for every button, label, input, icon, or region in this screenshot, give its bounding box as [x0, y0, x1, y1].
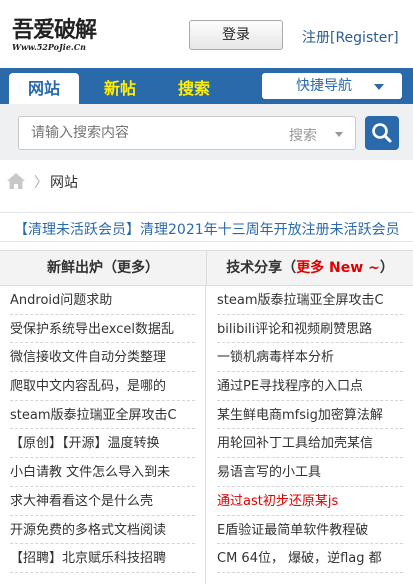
list-item[interactable]: 易语言写的小工具 — [217, 458, 403, 487]
tech-share-more-link[interactable]: 更多 New ~ — [296, 260, 380, 276]
breadcrumb: 〉 网站 — [0, 160, 413, 202]
search-bar: 搜索 — [0, 104, 413, 160]
home-icon[interactable] — [6, 172, 26, 190]
tech-share-list: steam版泰拉瑞亚全屏攻击C bilibili评论和视频刷赞思路 一锁机病毒样… — [207, 286, 413, 584]
list-item[interactable]: CM 64位， 爆破，逆flag 都 — [217, 544, 403, 573]
main-nav: 网站 新帖 搜索 快捷导航 — [0, 68, 413, 104]
logo-text: 吾爱破解 — [12, 17, 97, 43]
search-button[interactable] — [365, 116, 399, 150]
list-item[interactable]: 求大神看看这个是什么壳 — [10, 487, 195, 516]
tab-search[interactable]: 搜索 — [166, 73, 222, 104]
chevron-down-icon — [374, 84, 384, 90]
tech-share-header[interactable]: 技术分享（更多 New ~） — [207, 250, 413, 286]
search-input[interactable] — [31, 125, 271, 141]
list-item[interactable]: 用轮回补丁工具给加壳某信 — [217, 429, 403, 459]
search-type-label: 搜索 — [289, 128, 317, 144]
breadcrumb-current[interactable]: 网站 — [50, 172, 78, 192]
list-item[interactable]: 受保护系统导出excel数据乱 — [10, 315, 195, 344]
search-box: 搜索 — [18, 116, 356, 150]
list-item[interactable]: 微信接收文件自动分类整理 — [10, 343, 195, 373]
list-item[interactable]: bilibili评论和视频刷赞思路 — [217, 315, 403, 344]
breadcrumb-separator: 〉 — [34, 175, 48, 191]
list-item[interactable]: 通过PE寻找程序的入口点 — [217, 372, 403, 401]
announcement-bar: 【清理未活跃会员】清理2021年十三周年开放注册未活跃会员 — [0, 212, 413, 242]
tech-share-title-prefix: 技术分享（ — [226, 260, 297, 276]
register-link[interactable]: 注册[Register] — [302, 27, 399, 47]
login-button[interactable]: 登录 — [189, 20, 283, 50]
list-item[interactable]: 【招聘】北京赋乐科技招聘 — [10, 544, 195, 573]
fresh-posts-list: Android问题求助 受保护系统导出excel数据乱 微信接收文件自动分类整理… — [0, 286, 206, 584]
site-header: 吾爱破解 Www.52PoJie.Cn 登录 注册[Register] — [0, 0, 413, 68]
tab-new-posts[interactable]: 新帖 — [92, 73, 148, 104]
tech-share-title-suffix: ） — [379, 260, 394, 276]
quick-nav-dropdown[interactable]: 快捷导航 — [262, 73, 402, 99]
list-item[interactable]: 一锁机病毒样本分析 — [217, 343, 403, 373]
list-item[interactable]: Android问题求助 — [10, 286, 195, 315]
list-item[interactable]: steam版泰拉瑞亚全屏攻击C — [10, 401, 195, 430]
list-item[interactable]: 通过ast初步还原某js — [217, 487, 403, 516]
announcement-link[interactable]: 【清理未活跃会员】清理2021年十三周年开放注册未活跃会员 — [14, 219, 400, 239]
quick-nav-label: 快捷导航 — [296, 78, 352, 94]
list-item[interactable]: 小白请教 文件怎么导入到未 — [10, 458, 195, 487]
logo-url: Www.52PoJie.Cn — [12, 42, 86, 52]
site-logo[interactable]: 吾爱破解 Www.52PoJie.Cn — [8, 10, 100, 56]
list-item[interactable]: 【原创】【开源】温度转换 — [10, 429, 195, 459]
list-item[interactable]: 某生鲜电商mfsig加密算法解 — [217, 401, 403, 430]
list-item[interactable]: 开源免费的多格式文档阅读 — [10, 516, 195, 545]
list-item[interactable]: E盾验证最简单软件教程破 — [217, 516, 403, 545]
chevron-down-icon — [335, 132, 343, 137]
list-item[interactable]: 爬取中文内容乱码，是哪的 — [10, 372, 195, 401]
search-type-select[interactable]: 搜索 — [289, 125, 343, 145]
fresh-posts-header[interactable]: 新鲜出炉（更多） — [0, 250, 207, 286]
list-item[interactable]: steam版泰拉瑞亚全屏攻击C — [217, 286, 403, 315]
tab-site[interactable]: 网站 — [9, 73, 79, 104]
search-icon — [372, 123, 392, 143]
fresh-posts-title: 新鲜出炉（更多） — [47, 260, 159, 276]
